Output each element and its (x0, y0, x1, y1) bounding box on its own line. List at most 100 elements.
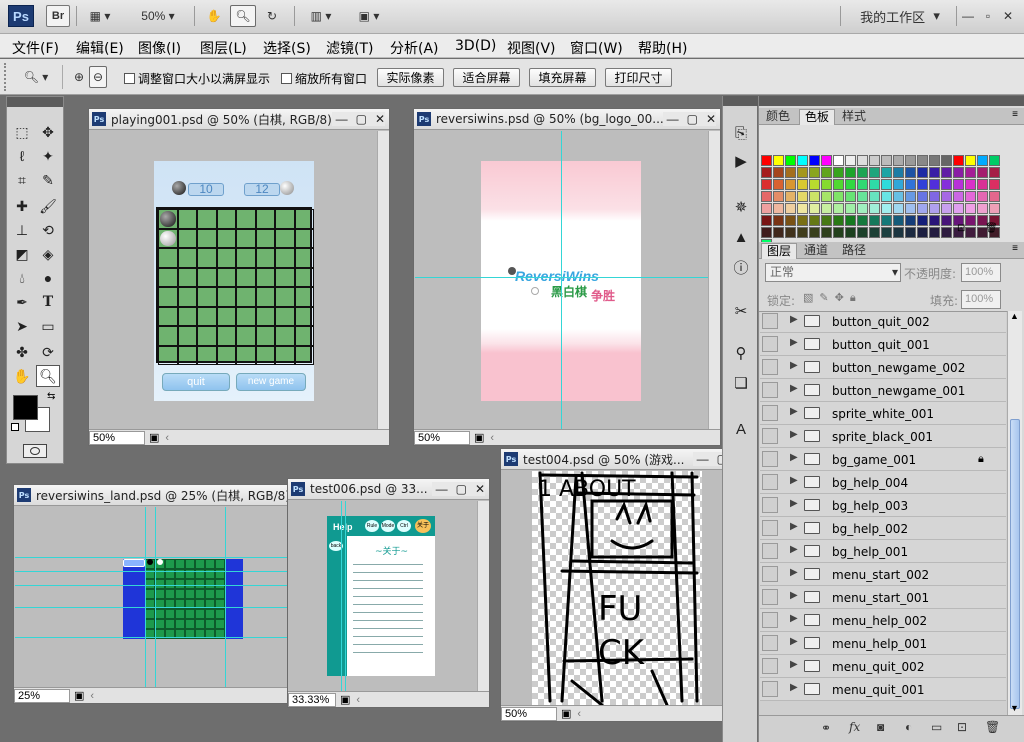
layer-row[interactable]: ▶ button_newgame_001 (760, 379, 1006, 402)
color-swatch[interactable] (797, 215, 808, 226)
color-swatch[interactable] (893, 203, 904, 214)
character-panel-button[interactable]: A (729, 418, 753, 440)
color-swatch[interactable] (797, 155, 808, 166)
color-swatch[interactable] (833, 155, 844, 166)
visibility-toggle[interactable] (762, 451, 778, 467)
color-swatch[interactable] (821, 191, 832, 202)
color-swatch[interactable] (761, 227, 772, 238)
tool-presets-button[interactable]: ✂ (729, 300, 753, 322)
zoom-all-windows-checkbox[interactable]: 缩放所有窗口 (281, 70, 367, 87)
layer-row[interactable]: ▶ menu_quit_001 (760, 678, 1006, 701)
view-extras-button[interactable]: ▦ ▾ (82, 5, 118, 27)
expand-triangle-icon[interactable]: ▶ (790, 544, 798, 555)
minimize-icon[interactable]: — (336, 112, 348, 126)
color-swatch[interactable] (881, 167, 892, 178)
expand-triangle-icon[interactable]: ▶ (790, 636, 798, 647)
tab-layers[interactable]: 图层 (761, 243, 798, 259)
menu-help[interactable]: 帮助(H) (638, 38, 687, 58)
visibility-toggle[interactable] (762, 543, 778, 559)
color-swatch[interactable] (809, 215, 820, 226)
layer-row[interactable]: ▶ menu_quit_002 (760, 655, 1006, 678)
scroll-left-icon[interactable]: ‹ (577, 708, 581, 720)
layer-row[interactable]: ▶ sprite_black_001 (760, 425, 1006, 448)
color-swatch[interactable] (965, 179, 976, 190)
color-swatch[interactable] (893, 215, 904, 226)
color-swatch[interactable] (977, 179, 988, 190)
zoom-level-dropdown[interactable]: 50% ▾ (130, 5, 186, 27)
zoom-field[interactable]: 33.33% (288, 692, 336, 707)
color-swatch[interactable] (761, 179, 772, 190)
swap-colors-icon[interactable]: ⇆ (47, 391, 55, 402)
healing-brush-tool[interactable]: ✚ (10, 195, 34, 217)
color-swatch[interactable] (881, 155, 892, 166)
color-swatch[interactable] (857, 179, 868, 190)
color-swatch[interactable] (869, 155, 880, 166)
color-swatch[interactable] (785, 203, 796, 214)
document-window-test004[interactable]: Pstest004.psd @ 50% (游戏... —▢✕ 1 ABOUT F… (500, 448, 751, 722)
color-swatch[interactable] (821, 155, 832, 166)
color-swatch[interactable] (845, 203, 856, 214)
print-size-button[interactable]: 打印尺寸 (605, 68, 672, 87)
visibility-toggle[interactable] (762, 428, 778, 444)
color-swatch[interactable] (941, 155, 952, 166)
expand-triangle-icon[interactable]: ▶ (790, 613, 798, 624)
color-swatch[interactable] (893, 227, 904, 238)
color-swatch[interactable] (761, 191, 772, 202)
close-app-button[interactable]: ✕ (1000, 5, 1016, 27)
color-swatch[interactable] (773, 179, 784, 190)
vertical-scrollbar[interactable] (477, 501, 489, 691)
color-swatch[interactable] (917, 179, 928, 190)
document-window-playing001[interactable]: Ps playing001.psd @ 50% (白棋, RGB/8) — ▢ ✕ 1… (88, 108, 390, 446)
visibility-toggle[interactable] (762, 359, 778, 375)
color-swatch[interactable] (965, 203, 976, 214)
color-swatch[interactable] (797, 167, 808, 178)
link-layers-icon[interactable]: ⚭ (821, 721, 831, 735)
color-swatch[interactable] (761, 215, 772, 226)
restore-button[interactable]: ▫ (980, 5, 996, 27)
info-panel-button[interactable]: ⓘ (729, 256, 753, 278)
paint-bucket-tool[interactable]: ◈ (36, 243, 60, 265)
expand-triangle-icon[interactable]: ▶ (790, 337, 798, 348)
rotate-view-button[interactable]: ↻ (260, 5, 284, 27)
color-swatch[interactable] (977, 191, 988, 202)
zoom-tool-button[interactable]: 🔍︎ (230, 5, 256, 27)
color-swatch[interactable] (797, 191, 808, 202)
color-swatch[interactable] (929, 179, 940, 190)
color-swatch[interactable] (773, 191, 784, 202)
zoom-in-button[interactable]: ⊕ (70, 66, 88, 88)
color-swatch[interactable] (797, 203, 808, 214)
color-swatch[interactable] (929, 203, 940, 214)
visibility-toggle[interactable] (762, 566, 778, 582)
color-swatch[interactable] (773, 155, 784, 166)
adjustment-layer-icon[interactable]: ◐ (905, 720, 912, 734)
color-swatch[interactable] (869, 191, 880, 202)
color-swatch[interactable] (869, 215, 880, 226)
color-swatch[interactable] (953, 155, 964, 166)
expand-triangle-icon[interactable]: ▶ (790, 406, 798, 417)
color-swatch[interactable] (773, 203, 784, 214)
color-swatch[interactable] (833, 203, 844, 214)
color-swatch[interactable] (989, 191, 1000, 202)
color-swatch[interactable] (869, 203, 880, 214)
color-swatch[interactable] (929, 191, 940, 202)
color-swatch[interactable] (905, 227, 916, 238)
menu-3d[interactable]: 3D(D) (455, 38, 496, 54)
color-swatch[interactable] (989, 167, 1000, 178)
visibility-toggle[interactable] (762, 405, 778, 421)
color-swatch[interactable] (977, 167, 988, 178)
default-colors-icon[interactable] (11, 423, 19, 431)
dock-header[interactable] (723, 96, 758, 106)
color-swatch[interactable] (809, 227, 820, 238)
minimize-icon[interactable]: — (436, 482, 448, 496)
brush-tool[interactable]: 🖌︎ (36, 195, 60, 217)
layer-row[interactable]: ▶ button_quit_001 (760, 333, 1006, 356)
color-swatch[interactable] (833, 179, 844, 190)
color-swatch[interactable] (905, 203, 916, 214)
scroll-up-icon[interactable]: ▲ (1010, 311, 1019, 321)
expand-triangle-icon[interactable]: ▶ (790, 475, 798, 486)
maximize-icon[interactable]: ▢ (456, 482, 467, 496)
color-swatch[interactable] (869, 167, 880, 178)
color-swatch[interactable] (857, 191, 868, 202)
workspace-switcher[interactable]: 我的工作区 ▾ (850, 5, 950, 27)
color-swatch[interactable] (845, 227, 856, 238)
